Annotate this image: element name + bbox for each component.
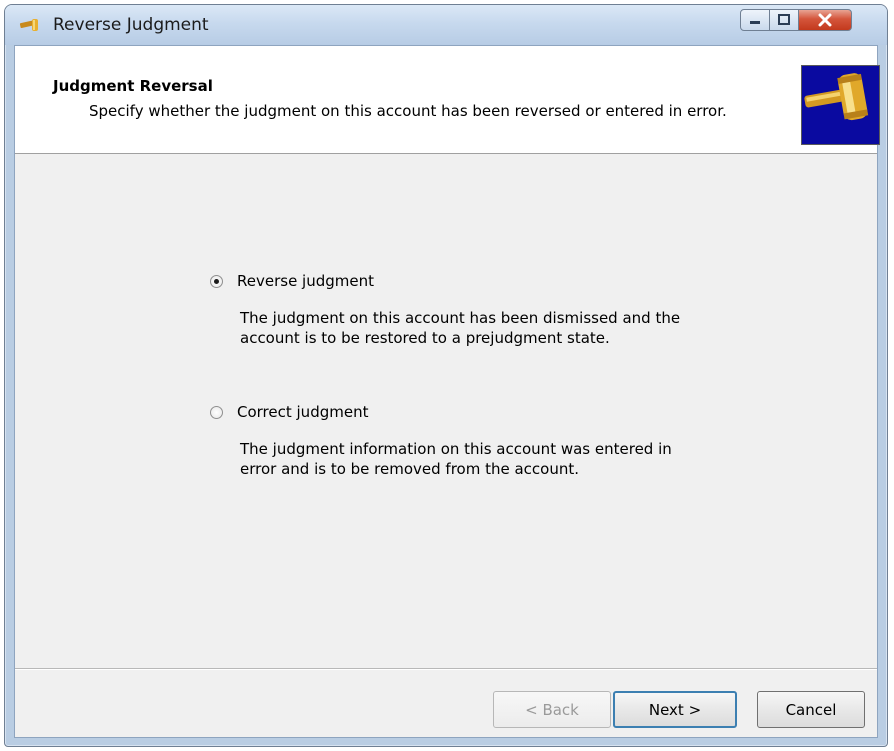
correct-judgment-radio[interactable]: Correct judgment xyxy=(210,403,368,421)
footer-divider xyxy=(15,668,877,670)
title-bar[interactable]: Reverse Judgment xyxy=(5,5,887,45)
maximize-icon xyxy=(778,14,790,25)
close-icon xyxy=(818,13,832,27)
description-line: The judgment information on this account… xyxy=(240,440,672,458)
gavel-icon xyxy=(19,19,38,31)
next-button[interactable]: Next > xyxy=(613,691,737,728)
reverse-judgment-window: Reverse Judgment Judgment Reversal Speci… xyxy=(4,4,888,747)
description-line: account is to be restored to a prejudgme… xyxy=(240,329,610,347)
header-title: Judgment Reversal xyxy=(53,77,213,95)
minimize-button[interactable] xyxy=(740,9,770,31)
minimize-icon xyxy=(750,21,760,24)
header-subtitle: Specify whether the judgment on this acc… xyxy=(89,102,727,120)
cancel-button[interactable]: Cancel xyxy=(757,691,865,728)
correct-judgment-label: Correct judgment xyxy=(237,403,369,421)
close-button[interactable] xyxy=(798,9,852,31)
reverse-judgment-radio[interactable]: Reverse judgment xyxy=(210,272,374,290)
dialog-body: Judgment Reversal Specify whether the ju… xyxy=(14,45,878,738)
radio-unselected-icon xyxy=(210,405,223,419)
reverse-judgment-label: Reverse judgment xyxy=(237,272,375,290)
radio-selected-icon xyxy=(210,274,223,288)
wizard-header: Judgment Reversal Specify whether the ju… xyxy=(15,46,877,154)
reverse-judgment-description: The judgment on this account has been di… xyxy=(240,308,760,348)
description-line: The judgment on this account has been di… xyxy=(240,309,681,327)
back-button[interactable]: < Back xyxy=(493,691,611,728)
gavel-icon xyxy=(802,66,879,144)
gavel-image xyxy=(801,65,880,145)
correct-judgment-description: The judgment information on this account… xyxy=(240,439,760,479)
description-line: error and is to be removed from the acco… xyxy=(240,460,580,478)
window-title: Reverse Judgment xyxy=(53,15,209,35)
maximize-button[interactable] xyxy=(769,9,799,31)
